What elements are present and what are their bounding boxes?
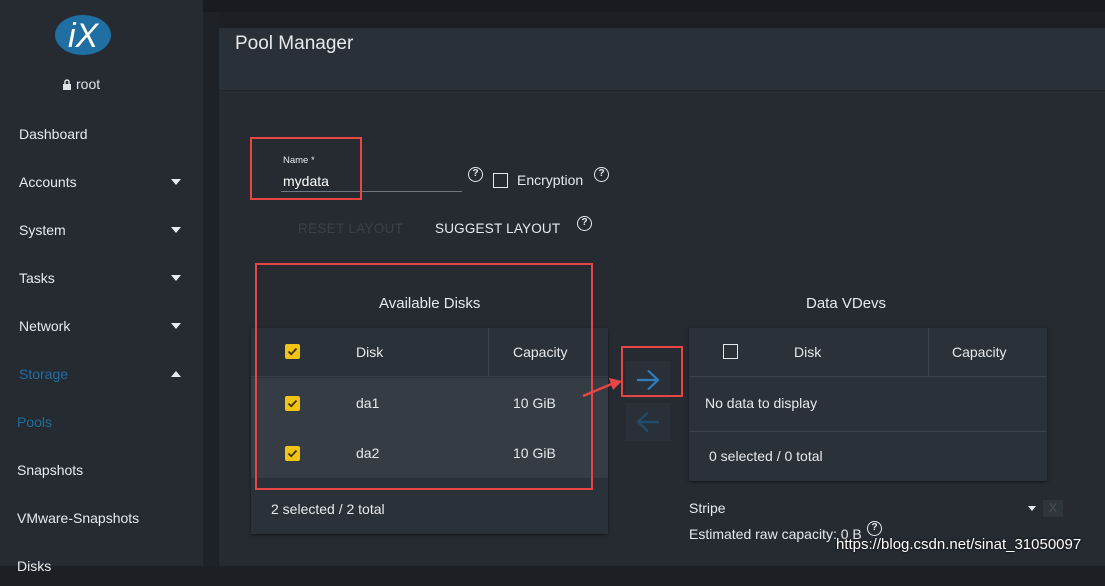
encryption-label: Encryption (517, 172, 584, 188)
chevron-down-icon (171, 323, 181, 329)
reset-layout-button[interactable]: RESET LAYOUT (298, 221, 403, 236)
encryption-checkbox[interactable] (493, 173, 508, 188)
logo-text: iX (68, 17, 100, 55)
sidebar-item-network[interactable]: Network (0, 306, 203, 346)
selection-count: 2 selected / 2 total (271, 501, 385, 517)
sidebar-item-label: Snapshots (17, 462, 84, 478)
data-vdevs-table: Disk Capacity No data to display 0 selec… (689, 328, 1047, 481)
chevron-down-icon[interactable] (1028, 506, 1036, 511)
col-disk-header[interactable]: Disk (794, 344, 821, 360)
sidebar-item-label: Accounts (19, 174, 77, 190)
sidebar-item-label: Disks (17, 558, 52, 574)
sidebar-item-disks[interactable]: Disks (0, 546, 203, 586)
sidebar-item-accounts[interactable]: Accounts (0, 162, 203, 202)
sidebar-item-tasks[interactable]: Tasks (0, 258, 203, 298)
table-header: Disk Capacity (689, 328, 1047, 377)
sidebar-item-label: Tasks (19, 270, 55, 286)
data-vdevs-title: Data VDevs (806, 295, 887, 312)
content-gutter (203, 12, 219, 566)
empty-row: No data to display (689, 377, 1047, 432)
ix-logo[interactable]: iX (54, 14, 112, 56)
column-divider (928, 328, 929, 376)
help-icon-encryption[interactable]: ? (594, 167, 609, 182)
watermark: https://blog.csdn.net/sinat_31050097 (836, 536, 1082, 553)
select-all-checkbox[interactable] (723, 344, 738, 359)
highlight-box-name (250, 137, 362, 200)
sidebar-item-label: VMware-Snapshots (17, 510, 140, 526)
suggest-layout-button[interactable]: SUGGEST LAYOUT (435, 221, 560, 236)
card-header: Pool Manager (219, 28, 1105, 91)
username: root (76, 76, 101, 92)
chevron-down-icon (171, 227, 181, 233)
sidebar-item-system[interactable]: System (0, 210, 203, 250)
selection-count: 0 selected / 0 total (709, 448, 823, 464)
sidebar-item-label: System (19, 222, 66, 238)
sidebar-item-label: Pools (17, 414, 53, 430)
col-capacity-header[interactable]: Capacity (952, 344, 1006, 360)
user-indicator[interactable]: root (62, 76, 100, 92)
sidebar: iX root Dashboard Accounts System Tasks … (0, 0, 203, 574)
chevron-up-icon (171, 371, 181, 377)
sidebar-item-label: Dashboard (19, 126, 88, 142)
annotation-arrow-icon (582, 378, 622, 398)
help-icon-suggest[interactable]: ? (577, 216, 592, 231)
arrow-left-icon (636, 411, 659, 433)
top-bar (203, 0, 1105, 12)
lock-icon (63, 78, 71, 90)
sidebar-item-label: Network (19, 318, 71, 334)
page-title: Pool Manager (235, 33, 354, 54)
remove-vdev-button[interactable]: X (1043, 500, 1063, 517)
sidebar-item-label: Storage (19, 366, 69, 382)
sidebar-item-vmware-snapshots[interactable]: VMware-Snapshots (0, 498, 203, 538)
chevron-down-icon (171, 179, 181, 185)
vdev-layout-select[interactable]: Stripe (689, 500, 726, 516)
highlight-box-available (255, 263, 593, 490)
highlight-box-arrow (621, 346, 683, 397)
help-icon-capacity[interactable]: ? (867, 521, 882, 536)
move-left-button[interactable] (626, 403, 670, 441)
help-icon-name[interactable]: ? (468, 167, 483, 182)
chevron-down-icon (171, 275, 181, 281)
sidebar-item-snapshots[interactable]: Snapshots (0, 450, 203, 490)
empty-message: No data to display (705, 395, 818, 411)
sidebar-item-pools[interactable]: Pools (0, 402, 203, 442)
sidebar-item-dashboard[interactable]: Dashboard (0, 114, 203, 154)
sidebar-item-storage[interactable]: Storage (0, 354, 203, 394)
